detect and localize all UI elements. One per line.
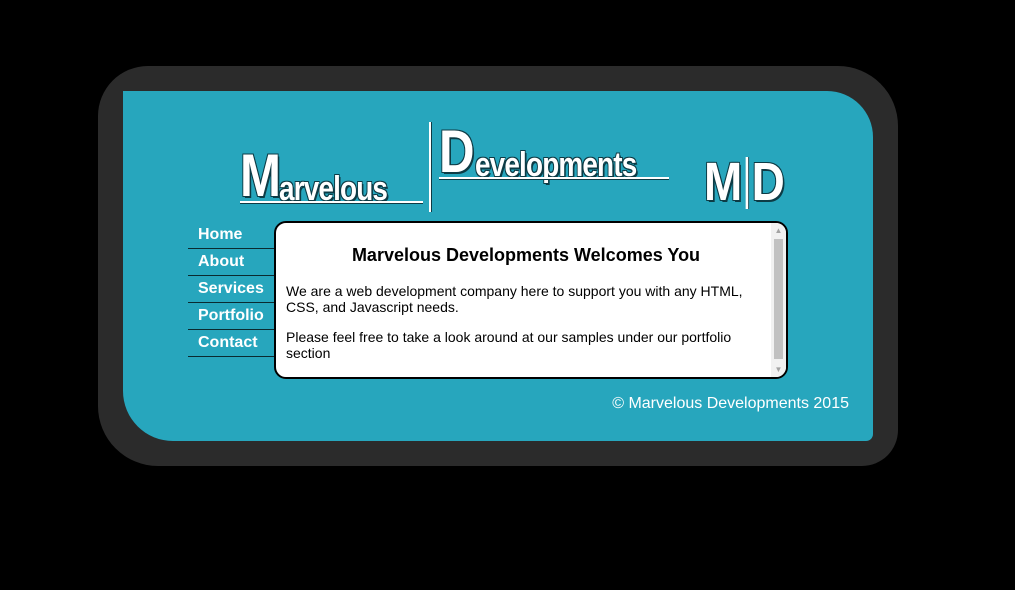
footer-copyright: © Marvelous Developments 2015 [612, 395, 849, 412]
content-scrollbar[interactable]: ▲ ▼ [771, 223, 786, 377]
content-paragraph-portfolio: Please feel free to take a look around a… [286, 329, 732, 361]
scroll-down-icon[interactable]: ▼ [771, 362, 786, 377]
content-title: Marvelous Developments Welcomes You [351, 245, 701, 265]
logo-initial-m: M [240, 142, 281, 209]
logo-underline-developments [439, 177, 669, 179]
logo-monogram: M D [704, 155, 785, 209]
monogram-m: M [704, 152, 743, 212]
scroll-thumb[interactable] [774, 239, 783, 359]
monogram-d: D [751, 152, 785, 212]
content-box[interactable]: Marvelous Developments Welcomes You We a… [274, 221, 788, 379]
content-paragraph-intro: We are a web development company here to… [286, 283, 743, 315]
content-scroll-area: Marvelous Developments Welcomes You We a… [286, 223, 766, 377]
logo-divider [429, 122, 431, 212]
nav-item-portfolio[interactable]: Portfolio [188, 303, 278, 330]
nav-item-about[interactable]: About [188, 249, 278, 276]
nav-item-services[interactable]: Services [188, 276, 278, 303]
nav-item-home[interactable]: Home [188, 222, 278, 249]
logo-word-marvelous: Marvelous [240, 142, 411, 209]
logo-initial-d: D [439, 118, 475, 185]
logo-word-developments: Developments [439, 118, 672, 185]
monogram-separator [745, 157, 749, 209]
logo-underline-marvelous [240, 201, 423, 203]
scroll-up-icon[interactable]: ▲ [771, 223, 786, 238]
nav-item-contact[interactable]: Contact [188, 330, 278, 357]
main-nav: Home About Services Portfolio Contact [188, 222, 278, 357]
